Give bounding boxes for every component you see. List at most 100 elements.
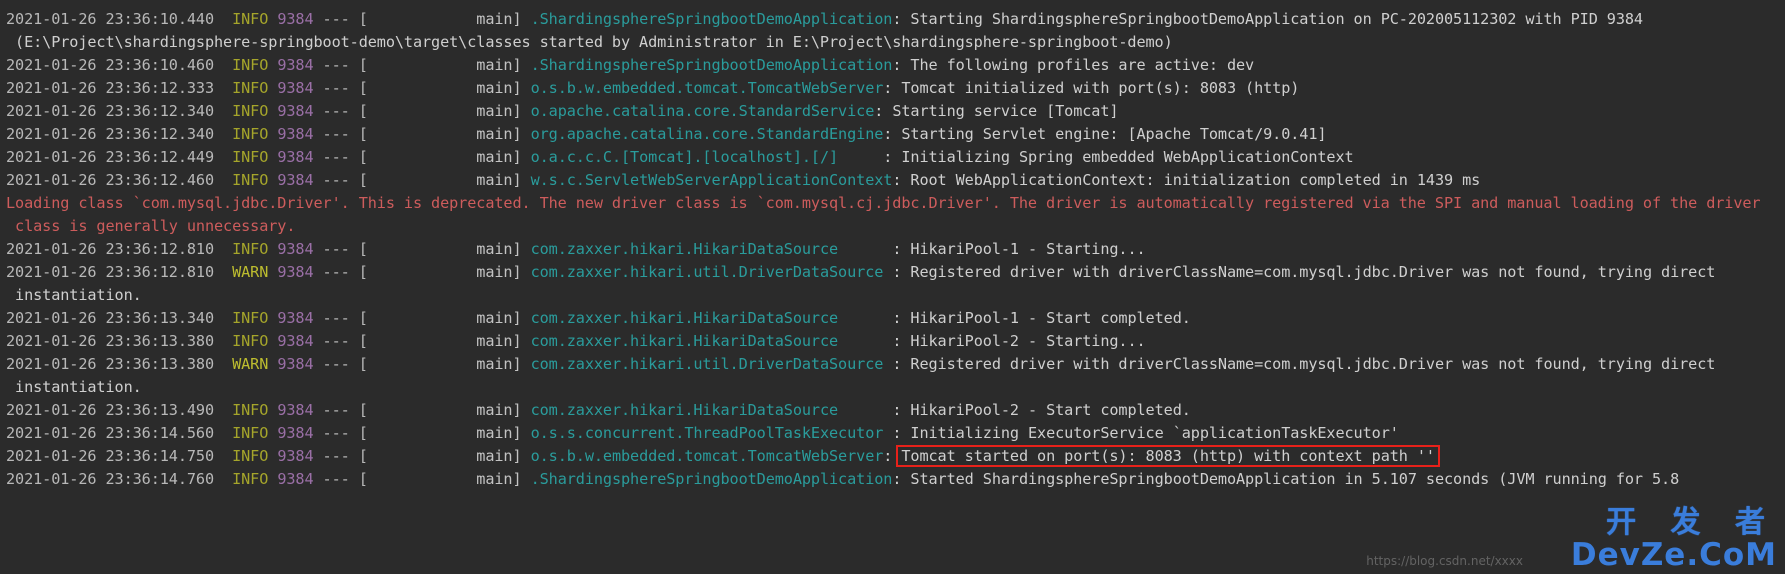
log-level: INFO: [232, 10, 269, 28]
log-level: INFO: [232, 125, 269, 143]
log-error-text: Loading class `com.mysql.jdbc.Driver'. T…: [6, 194, 1761, 212]
log-message: HikariPool-2 - Starting...: [910, 332, 1146, 350]
log-line: 2021-01-26 23:36:12.340 INFO 9384 --- [ …: [0, 100, 1785, 123]
log-thread: main]: [367, 332, 531, 350]
log-thread: main]: [367, 171, 531, 189]
log-colon: :: [892, 470, 911, 488]
log-separator: --- [: [313, 171, 368, 189]
log-logger-name: .ShardingsphereSpringbootDemoApplication: [530, 10, 893, 28]
log-pid: 9384: [277, 332, 314, 350]
log-timestamp: 2021-01-26 23:36:14.750: [6, 447, 233, 465]
log-level: INFO: [232, 424, 269, 442]
log-level: INFO: [232, 56, 269, 74]
log-pid: 9384: [277, 355, 314, 373]
log-colon: :: [883, 355, 911, 373]
log-colon: :: [838, 240, 911, 258]
log-separator: --- [: [313, 263, 368, 281]
log-pid: 9384: [277, 56, 314, 74]
log-line: 2021-01-26 23:36:14.560 INFO 9384 --- [ …: [0, 422, 1785, 445]
log-logger-name: w.s.c.ServletWebServerApplicationContext: [530, 171, 893, 189]
log-colon: :: [883, 125, 902, 143]
log-continuation-text: instantiation.: [6, 286, 142, 304]
log-message: HikariPool-1 - Starting...: [910, 240, 1146, 258]
log-pid: 9384: [277, 447, 314, 465]
log-pid: 9384: [277, 424, 314, 442]
log-message: Tomcat initialized with port(s): 8083 (h…: [901, 79, 1300, 97]
log-pid: 9384: [277, 79, 314, 97]
log-pid: 9384: [277, 470, 314, 488]
log-colon: :: [883, 79, 902, 97]
log-level: INFO: [232, 171, 269, 189]
log-message: Tomcat started on port(s): 8083 (http) w…: [901, 447, 1435, 465]
log-thread: main]: [367, 401, 531, 419]
log-line: 2021-01-26 23:36:12.810 WARN 9384 --- [ …: [0, 261, 1785, 284]
log-level: INFO: [232, 470, 269, 488]
log-message: HikariPool-2 - Start completed.: [910, 401, 1191, 419]
log-timestamp: 2021-01-26 23:36:12.810: [6, 240, 233, 258]
log-timestamp: 2021-01-26 23:36:10.460: [6, 56, 233, 74]
log-logger-name: com.zaxxer.hikari.util.DriverDataSource: [530, 263, 884, 281]
log-timestamp: 2021-01-26 23:36:13.340: [6, 309, 233, 327]
log-continuation-text: (E:\Project\shardingsphere-springboot-de…: [6, 33, 1173, 51]
log-colon: :: [838, 332, 911, 350]
log-level: INFO: [232, 401, 269, 419]
log-line: 2021-01-26 23:36:12.810 INFO 9384 --- [ …: [0, 238, 1785, 261]
log-timestamp: 2021-01-26 23:36:12.449: [6, 148, 233, 166]
log-logger-name: o.s.b.w.embedded.tomcat.TomcatWebServer: [530, 79, 884, 97]
log-message: Starting ShardingsphereSpringbootDemoApp…: [910, 10, 1643, 28]
log-line-list: 2021-01-26 23:36:10.440 INFO 9384 --- [ …: [0, 8, 1785, 491]
log-logger-name: com.zaxxer.hikari.HikariDataSource: [530, 401, 839, 419]
log-pid: 9384: [277, 102, 314, 120]
log-line: 2021-01-26 23:36:13.340 INFO 9384 --- [ …: [0, 307, 1785, 330]
log-thread: main]: [367, 125, 531, 143]
log-logger-name: com.zaxxer.hikari.HikariDataSource: [530, 332, 839, 350]
log-separator: --- [: [313, 332, 368, 350]
log-logger-name: .ShardingsphereSpringbootDemoApplication: [530, 470, 893, 488]
log-line: instantiation.: [0, 376, 1785, 399]
log-thread: main]: [367, 102, 531, 120]
log-message: Initializing ExecutorService `applicatio…: [910, 424, 1399, 442]
log-timestamp: 2021-01-26 23:36:12.340: [6, 102, 233, 120]
log-line: 2021-01-26 23:36:13.380 WARN 9384 --- [ …: [0, 353, 1785, 376]
log-level: INFO: [232, 148, 269, 166]
log-pid: 9384: [277, 148, 314, 166]
log-separator: --- [: [313, 309, 368, 327]
log-thread: main]: [367, 470, 531, 488]
log-timestamp: 2021-01-26 23:36:10.440: [6, 10, 233, 28]
log-error-text: class is generally unnecessary.: [6, 217, 296, 235]
watermark: 开 发 者 DevZe.CoM: [1571, 507, 1777, 572]
log-message: Starting Servlet engine: [Apache Tomcat/…: [901, 125, 1327, 143]
log-separator: --- [: [313, 401, 368, 419]
log-line: instantiation.: [0, 284, 1785, 307]
log-logger-name: o.apache.catalina.core.StandardService: [530, 102, 875, 120]
log-logger-name: o.a.c.c.C.[Tomcat].[localhost].[/]: [530, 148, 839, 166]
log-separator: --- [: [313, 470, 368, 488]
log-separator: --- [: [313, 424, 368, 442]
log-separator: --- [: [313, 447, 368, 465]
log-pid: 9384: [277, 125, 314, 143]
log-separator: --- [: [313, 148, 368, 166]
log-line: 2021-01-26 23:36:13.490 INFO 9384 --- [ …: [0, 399, 1785, 422]
log-level: WARN: [232, 355, 269, 373]
log-colon: :: [838, 309, 911, 327]
log-timestamp: 2021-01-26 23:36:14.560: [6, 424, 233, 442]
console-log-output: 2021-01-26 23:36:10.440 INFO 9384 --- [ …: [0, 0, 1785, 574]
log-line: Loading class `com.mysql.jdbc.Driver'. T…: [0, 192, 1785, 215]
log-line: 2021-01-26 23:36:12.449 INFO 9384 --- [ …: [0, 146, 1785, 169]
log-thread: main]: [367, 447, 531, 465]
log-logger-name: com.zaxxer.hikari.HikariDataSource: [530, 309, 839, 327]
log-logger-name: com.zaxxer.hikari.util.DriverDataSource: [530, 355, 884, 373]
watermark-url: https://blog.csdn.net/xxxx: [1366, 554, 1523, 568]
